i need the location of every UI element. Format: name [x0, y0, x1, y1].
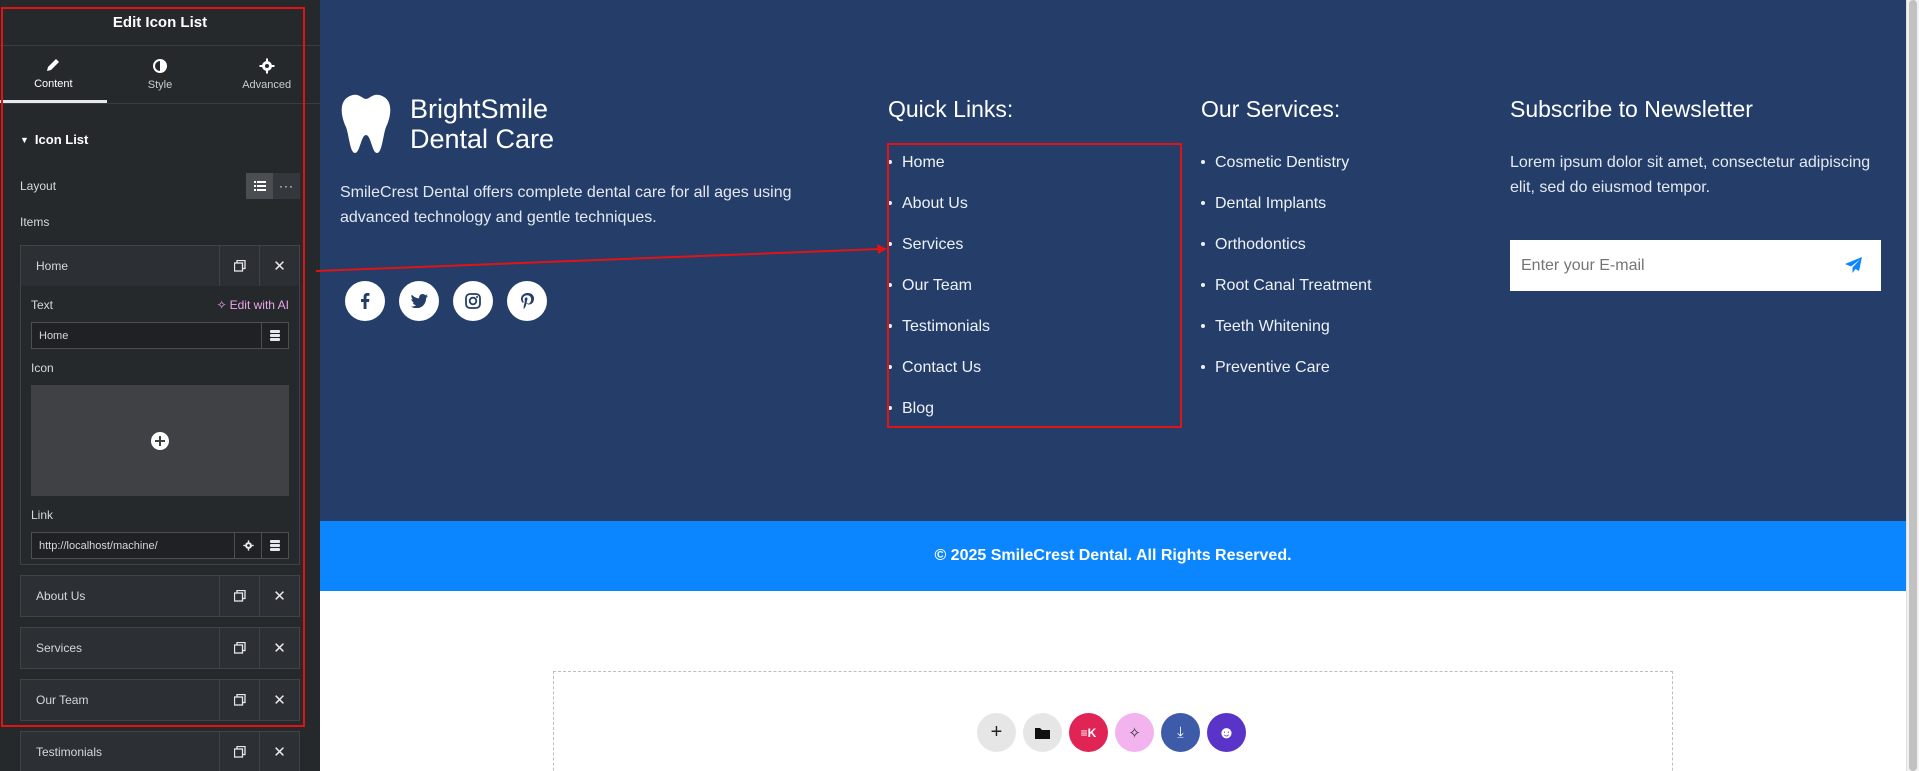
annotation-arrow — [315, 244, 887, 272]
